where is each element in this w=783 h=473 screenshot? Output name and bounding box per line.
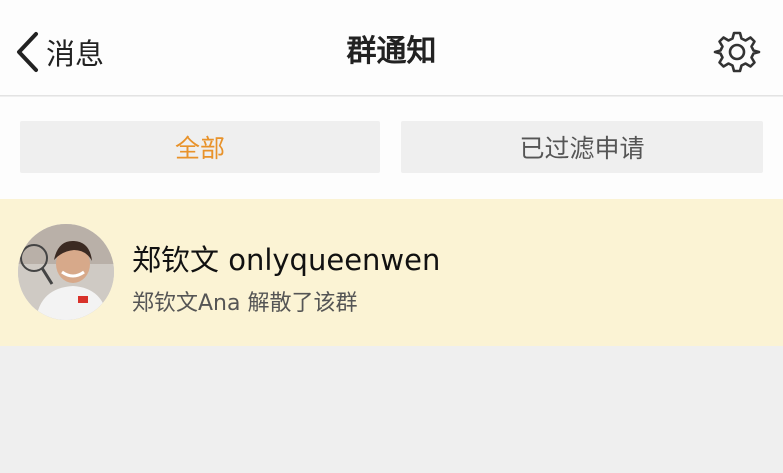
navigation-bar: 消息 群通知 <box>0 0 783 96</box>
page-title: 群通知 <box>346 34 437 69</box>
list-item[interactable]: 郑钦文 onlyqueenwen 郑钦文Ana 解散了该群 <box>0 199 783 346</box>
notice-message: 郑钦文Ana 解散了该群 <box>132 291 358 316</box>
tab-all[interactable]: 全部 <box>20 121 380 173</box>
tab-filtered-requests[interactable]: 已过滤申请 <box>401 121 763 173</box>
gear-icon[interactable] <box>713 28 761 76</box>
sender-name: 郑钦文 onlyqueenwen <box>132 243 441 277</box>
user-avatar-photo <box>18 224 114 320</box>
filter-tabs: 全部 已过滤申请 <box>0 97 783 199</box>
avatar[interactable] <box>18 224 114 320</box>
